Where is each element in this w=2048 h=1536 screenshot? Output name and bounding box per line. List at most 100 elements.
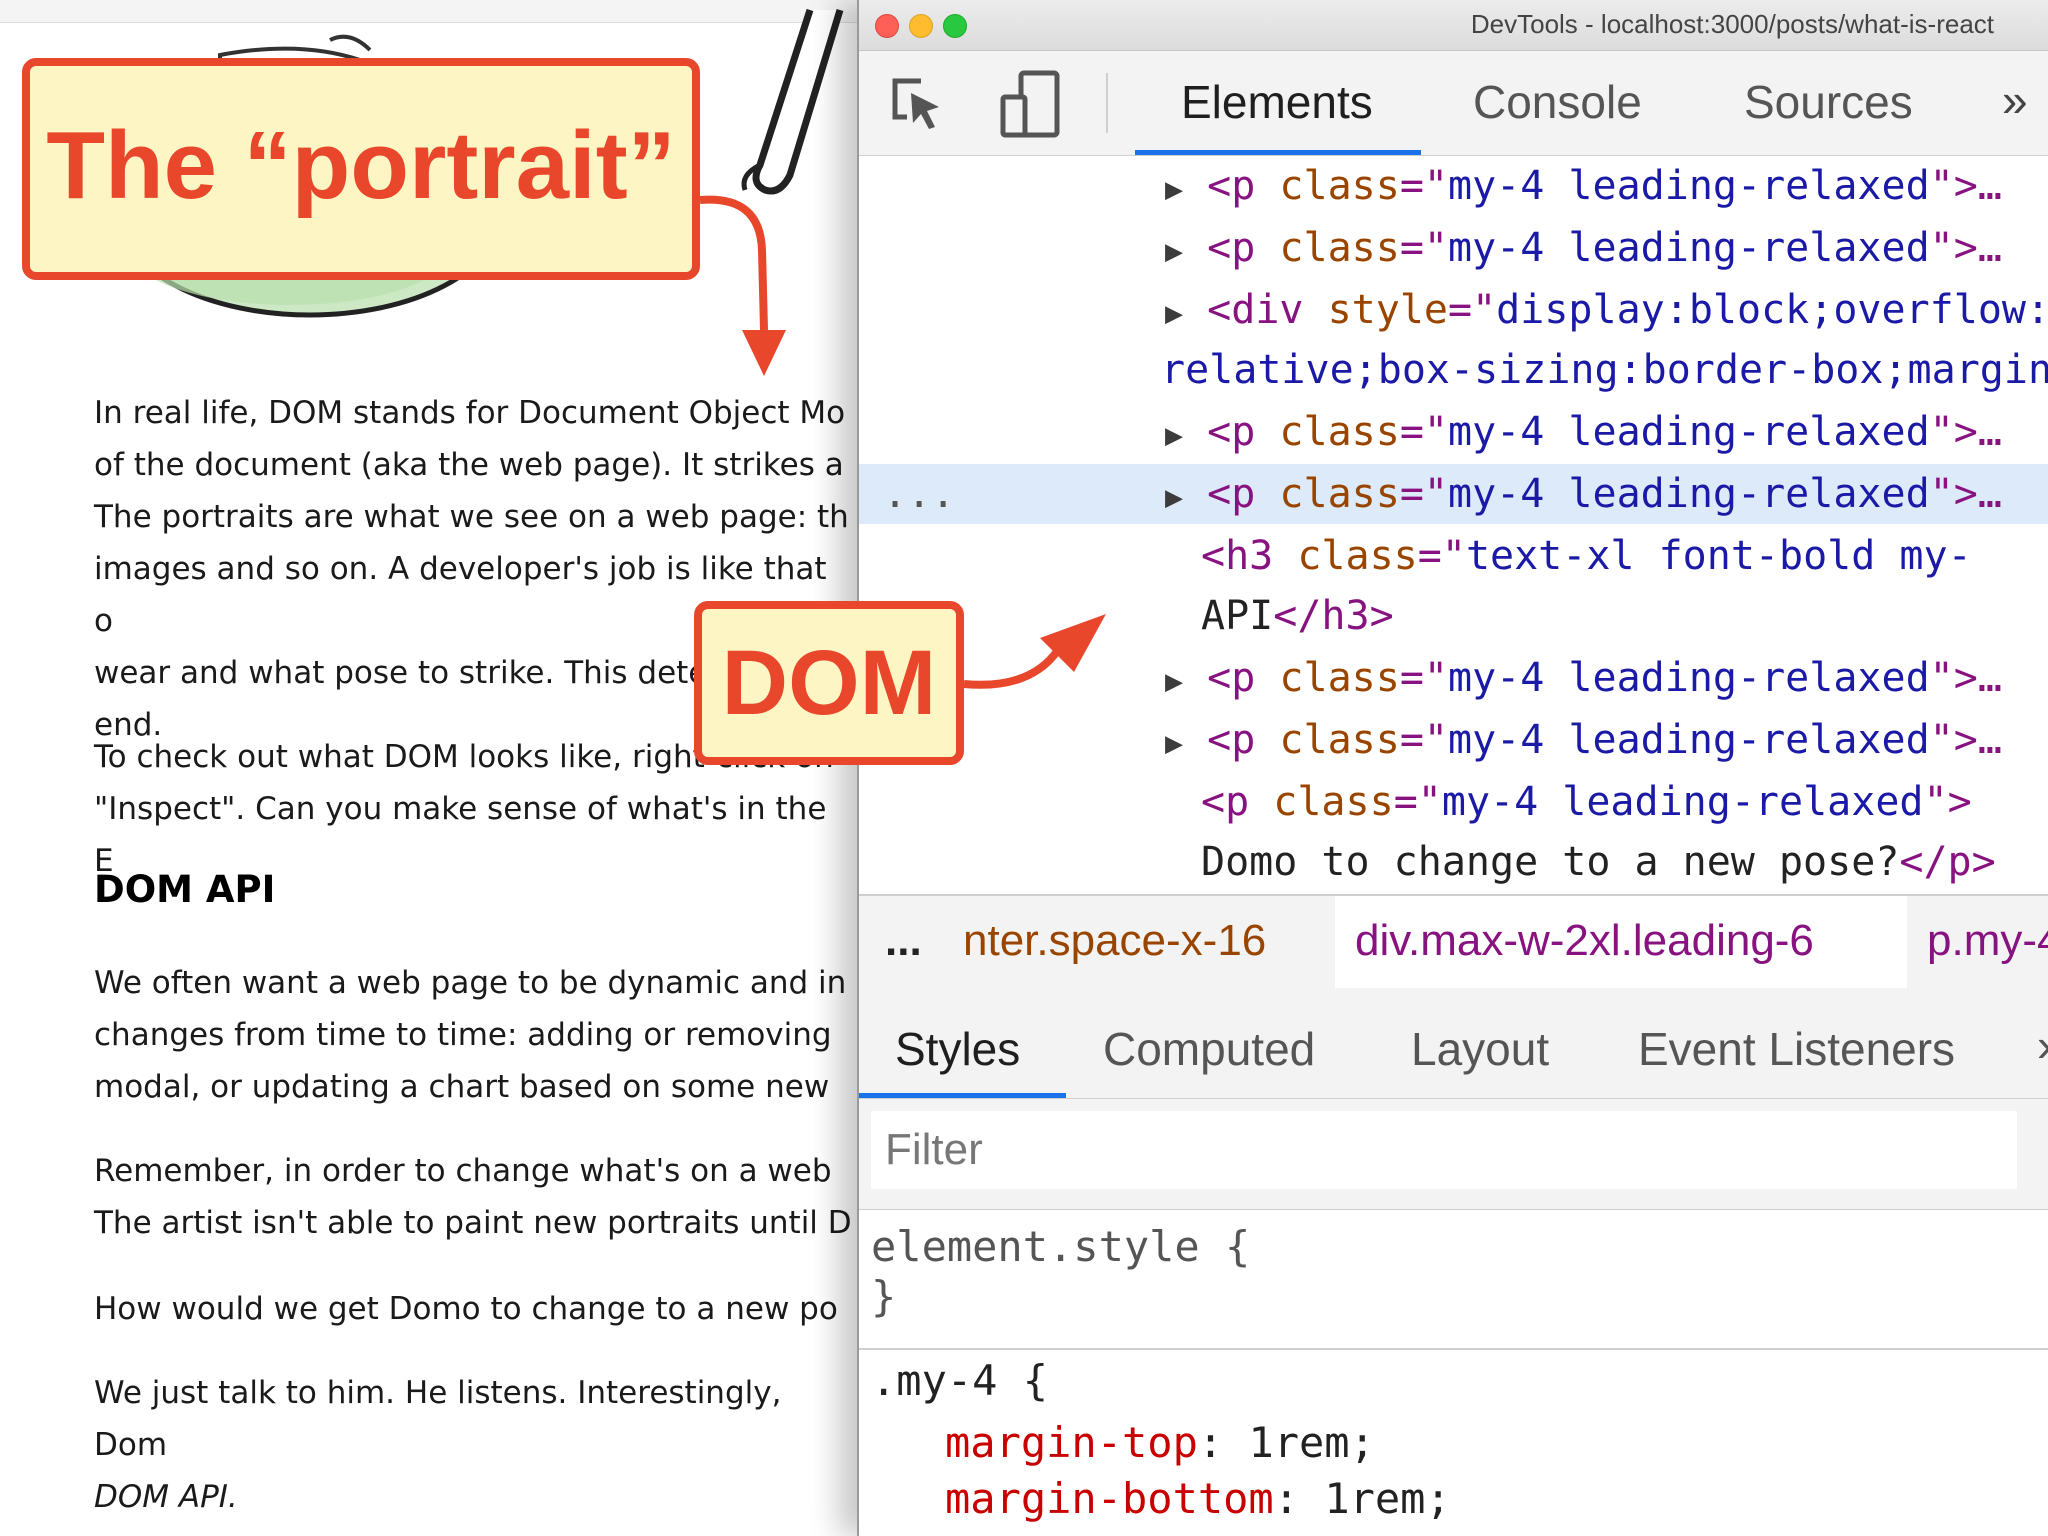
breadcrumb-item[interactable]: p.my-4 <box>1927 916 2048 966</box>
tab-layout[interactable]: Layout <box>1411 1022 1549 1076</box>
dom-node-content: relative;box-sizing:border-box;margin:0"… <box>1161 340 2048 400</box>
dom-node-content: ▶ <p class="my-4 leading-relaxed">… <box>1165 710 2002 774</box>
dom-node-selected[interactable]: ... ▶ <p class="my-4 leading-relaxed">… <box>859 464 2048 524</box>
paragraph-remember: Remember, in order to change what's on a… <box>94 1153 852 1241</box>
dom-node[interactable]: <h3 class="text-xl font-bold my- <box>859 526 2048 586</box>
dom-node[interactable]: ▶ <div style="display:block;overflow:hid… <box>859 280 2048 340</box>
toolbar-divider <box>1106 73 1108 133</box>
rule-divider <box>859 1348 2048 1350</box>
paragraph-dynamic: We often want a web page to be dynamic a… <box>94 965 847 1105</box>
property-value[interactable]: 1rem; <box>1324 1474 1450 1523</box>
tag-close: ">… <box>1929 717 2002 763</box>
attribute-name: class <box>1279 163 1400 209</box>
paragraph-talk: We just talk to him. He listens. Interes… <box>94 1367 854 1523</box>
styles-filter-input[interactable] <box>871 1111 2017 1189</box>
element-style-selector[interactable]: element.style { <box>871 1222 1250 1271</box>
dom-node[interactable]: Domo to change to a new pose?</p> <box>859 832 2048 892</box>
expand-triangle-icon[interactable]: ▶ <box>1165 418 1183 453</box>
dom-node[interactable]: API</h3> <box>859 586 2048 646</box>
dom-node[interactable]: relative;box-sizing:border-box;margin:0"… <box>859 340 2048 400</box>
tag-close: "> <box>1923 779 1972 825</box>
styles-filter-bar <box>859 1099 2048 1210</box>
rule-selector-my-4[interactable]: .my-4 { <box>871 1356 1048 1405</box>
close-window-button[interactable] <box>875 14 899 38</box>
section-heading-dom-api: DOM API <box>94 868 276 911</box>
declaration-margin-top[interactable]: margin-top: 1rem; <box>945 1418 1375 1467</box>
maximize-window-button[interactable] <box>943 14 967 38</box>
window-title: DevTools - localhost:3000/posts/what-is-… <box>1470 9 1994 39</box>
dom-node[interactable]: ▶ <p class="my-4 leading-relaxed">… <box>859 218 2048 278</box>
tab-elements[interactable]: Elements <box>1181 75 1373 129</box>
more-subtabs-icon[interactable]: » <box>2037 1018 2048 1072</box>
dom-node-content: Domo to change to a new pose?</p> <box>1201 832 1996 892</box>
expand-triangle-icon[interactable]: ▶ <box>1165 172 1183 207</box>
styles-tab-bar: Styles Computed Layout Event Listeners » <box>859 988 2048 1099</box>
dom-node[interactable]: ▶ <p class="my-4 leading-relaxed">… <box>859 648 2048 708</box>
dom-node[interactable]: ▶ <p class="my-4 leading-relaxed">… <box>859 156 2048 216</box>
tag-name: <p <box>1201 779 1250 825</box>
dom-callout: DOM <box>694 601 964 765</box>
dom-node[interactable]: <p class="my-4 leading-relaxed"> <box>859 772 2048 832</box>
selected-node-ellipsis[interactable]: ... <box>883 464 955 524</box>
breadcrumb-ellipsis[interactable]: ... <box>885 916 922 966</box>
tag-name: <div <box>1207 287 1304 333</box>
attribute-equals: =" <box>1399 717 1449 763</box>
breadcrumb-item[interactable]: nter.space-x-16 <box>963 916 1266 966</box>
tab-sources[interactable]: Sources <box>1744 75 1913 129</box>
expand-triangle-icon[interactable]: ▶ <box>1165 664 1183 699</box>
dom-node-content: API</h3> <box>1201 586 1394 646</box>
paragraph-talk-italic: DOM API. <box>94 1479 238 1515</box>
dom-node-content: <h3 class="text-xl font-bold my- <box>1201 526 1972 586</box>
attribute-name: class <box>1273 779 1394 825</box>
attribute-equals: =" <box>1399 225 1449 271</box>
property-value[interactable]: 1rem; <box>1248 1418 1374 1467</box>
attribute-name: class <box>1279 471 1400 517</box>
attribute-equals: =" <box>1448 287 1497 333</box>
expand-triangle-icon[interactable]: ▶ <box>1165 480 1183 515</box>
tag-close: ">… <box>1929 225 2002 271</box>
declaration-margin-bottom[interactable]: margin-bottom: 1rem; <box>945 1474 1451 1523</box>
attribute-value: my-4 leading-relaxed <box>1448 471 1930 517</box>
attribute-name: class <box>1297 533 1418 579</box>
tag-name: <p <box>1207 655 1256 701</box>
tab-computed[interactable]: Computed <box>1103 1022 1315 1076</box>
tag-close: ">… <box>1929 471 2002 517</box>
paragraph-talk-text: We just talk to him. He listens. Interes… <box>94 1375 782 1463</box>
attribute-name: class <box>1279 717 1400 763</box>
element-picker-icon[interactable] <box>887 73 949 135</box>
property-name[interactable]: margin-bottom <box>945 1474 1274 1523</box>
property-name[interactable]: margin-top <box>945 1418 1198 1467</box>
attribute-name: class <box>1279 225 1400 271</box>
tag-close: ">… <box>1929 655 2002 701</box>
tag-name: <p <box>1207 225 1256 271</box>
attribute-equals: =" <box>1399 655 1449 701</box>
paragraph-question: How would we get Domo to change to a new… <box>94 1291 838 1327</box>
dom-node-content: ▶ <p class="my-4 leading-relaxed">… <box>1165 464 2002 528</box>
expand-triangle-icon[interactable]: ▶ <box>1165 296 1183 331</box>
attribute-equals: =" <box>1399 471 1449 517</box>
tab-event-listeners[interactable]: Event Listeners <box>1638 1022 1955 1076</box>
node-text: API <box>1201 593 1274 639</box>
dom-node[interactable]: ▶ <p class="my-4 leading-relaxed">… <box>859 710 2048 770</box>
breadcrumb-item-active[interactable]: div.max-w-2xl.leading-6 <box>1355 916 1814 966</box>
window-titlebar: DevTools - localhost:3000/posts/what-is-… <box>859 0 2048 51</box>
breadcrumb: ... nter.space-x-16 div.max-w-2xl.leadin… <box>859 894 2048 991</box>
attribute-equals: =" <box>1417 533 1466 579</box>
portrait-callout: The “portrait” <box>22 58 700 280</box>
attribute-value-continued: relative;box-sizing:border-box;margin:0"… <box>1161 347 2048 393</box>
active-tab-indicator <box>1135 150 1421 155</box>
tag-name: <p <box>1207 163 1256 209</box>
expand-triangle-icon[interactable]: ▶ <box>1165 234 1183 269</box>
expand-triangle-icon[interactable]: ▶ <box>1165 726 1183 761</box>
dom-node[interactable]: ▶ <p class="my-4 leading-relaxed">… <box>859 402 2048 462</box>
attribute-value: my-4 leading-relaxed <box>1448 225 1930 271</box>
minimize-window-button[interactable] <box>909 14 933 38</box>
tab-styles[interactable]: Styles <box>895 1022 1020 1076</box>
styles-pane: element.style { } .my-4 { margin-top: 1r… <box>859 1210 2048 1536</box>
more-tabs-icon[interactable]: » <box>2002 73 2028 127</box>
active-subtab-indicator <box>859 1093 1066 1098</box>
tag-close: ">… <box>1929 163 2002 209</box>
dom-node-content: <p class="my-4 leading-relaxed"> <box>1201 772 1972 832</box>
device-toolbar-icon[interactable] <box>999 69 1061 139</box>
tab-console[interactable]: Console <box>1473 75 1642 129</box>
